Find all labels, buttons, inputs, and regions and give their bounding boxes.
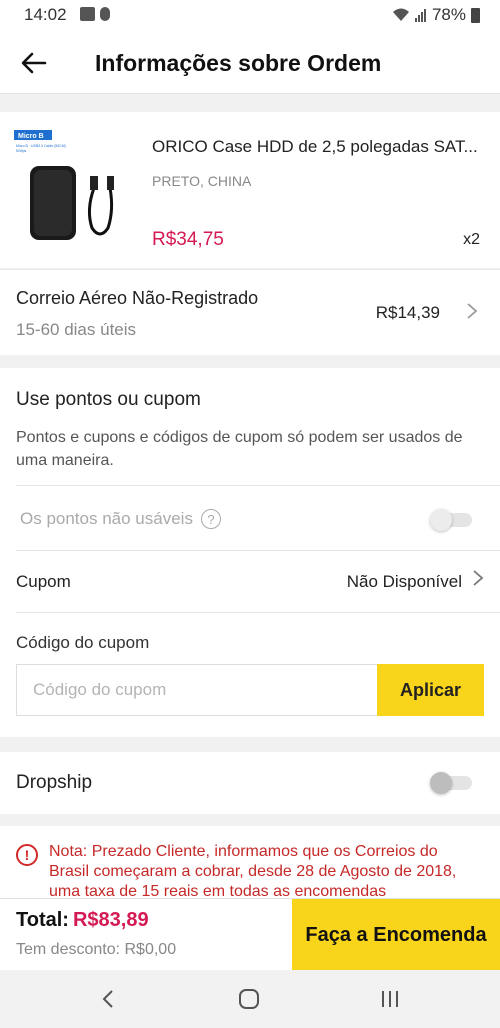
notice-banner: ! Nota: Prezado Cliente, informamos que …	[0, 826, 500, 898]
chevron-right-icon	[466, 302, 478, 326]
battery-icon	[471, 7, 480, 23]
chevron-left-icon	[102, 990, 113, 1008]
status-time: 14:02	[24, 5, 67, 24]
section-description: Pontos e cupons e códigos de cupom só po…	[16, 429, 463, 469]
product-title[interactable]: ORICO Case HDD de 2,5 polegadas SAT...	[152, 137, 494, 157]
divider	[16, 485, 500, 486]
dropship-label: Dropship	[16, 772, 93, 793]
discount-text: Tem desconto: R$0,00	[16, 941, 177, 958]
alert-icon: !	[16, 844, 38, 866]
divider	[16, 612, 500, 613]
wifi-icon	[392, 8, 409, 21]
home-circle-icon	[239, 989, 259, 1009]
product-price: R$34,75	[152, 229, 224, 250]
nav-back-button[interactable]	[88, 982, 128, 1016]
chevron-right-icon[interactable]	[472, 569, 484, 593]
status-right: 78%	[392, 5, 480, 25]
notification-icons	[80, 7, 110, 21]
points-row: Os pontos não usáveis ?	[20, 509, 221, 529]
toggle-knob	[430, 772, 452, 794]
product-variant: PRETO, CHINA	[152, 173, 252, 189]
image-badge-text: Micro B	[18, 133, 44, 140]
recents-icon	[382, 991, 398, 1007]
checkout-bar: Total: R$83,89 Tem desconto: R$0,00 Faça …	[0, 898, 500, 971]
shipping-name: Correio Aéreo Não-Registrado	[16, 288, 259, 308]
hdd-case-illustration: Micro B Micro B · USB3.0 Cable (50CM) 5G…	[14, 130, 114, 240]
system-nav-bar	[0, 970, 500, 1028]
shipping-days: 15-60 dias úteis	[16, 320, 137, 339]
points-coupon-section: Use pontos ou cupom Pontos e cupons e có…	[0, 368, 500, 737]
total-value: R$83,89	[72, 909, 149, 931]
page-title: Informações sobre Ordem	[95, 50, 382, 76]
signal-icon	[414, 9, 426, 22]
notice-text: Nota: Prezado Cliente, informamos que os…	[49, 843, 457, 898]
back-button[interactable]	[18, 47, 50, 79]
total-label: Total:	[16, 909, 69, 931]
total-row: Total: R$83,89	[16, 909, 149, 932]
section-title: Use pontos ou cupom	[16, 389, 201, 410]
image-caption: 5Gbps	[16, 149, 27, 153]
coupon-code-label: Código do cupom	[16, 633, 150, 652]
cupom-label[interactable]: Cupom	[16, 572, 71, 592]
coupon-code-input[interactable]	[16, 664, 378, 716]
shipping-price: R$14,39	[375, 303, 440, 322]
divider	[16, 550, 500, 551]
dropship-toggle[interactable]	[430, 772, 472, 794]
nav-home-button[interactable]	[229, 982, 269, 1016]
points-label: Os pontos não usáveis	[20, 509, 193, 528]
battery-percent: 78%	[431, 5, 466, 24]
product-quantity: x2	[463, 231, 480, 248]
help-icon[interactable]: ?	[200, 509, 221, 529]
image-caption: Micro B · USB3.0 Cable (50CM)	[16, 144, 66, 148]
status-bar: 14:02 78%	[0, 0, 500, 32]
arrow-left-icon	[21, 52, 47, 74]
shipping-method[interactable]: Correio Aéreo Não-Registrado 15-60 dias …	[0, 269, 500, 355]
toggle-knob	[430, 509, 452, 531]
product-image: Micro B Micro B · USB3.0 Cable (50CM) 5G…	[14, 130, 124, 242]
dropship-row: Dropship	[0, 752, 500, 814]
notification-icon	[100, 7, 110, 21]
points-toggle[interactable]	[430, 509, 472, 531]
apply-coupon-button[interactable]: Aplicar	[377, 664, 484, 716]
app-header: Informações sobre Ordem	[0, 32, 500, 94]
cupom-value[interactable]: Não Disponível	[347, 572, 462, 592]
nav-recents-button[interactable]	[370, 982, 410, 1016]
place-order-button[interactable]: Faça a Encomenda	[292, 899, 500, 971]
product-card[interactable]: Micro B Micro B · USB3.0 Cable (50CM) 5G…	[0, 112, 500, 268]
notification-icon	[80, 7, 95, 21]
